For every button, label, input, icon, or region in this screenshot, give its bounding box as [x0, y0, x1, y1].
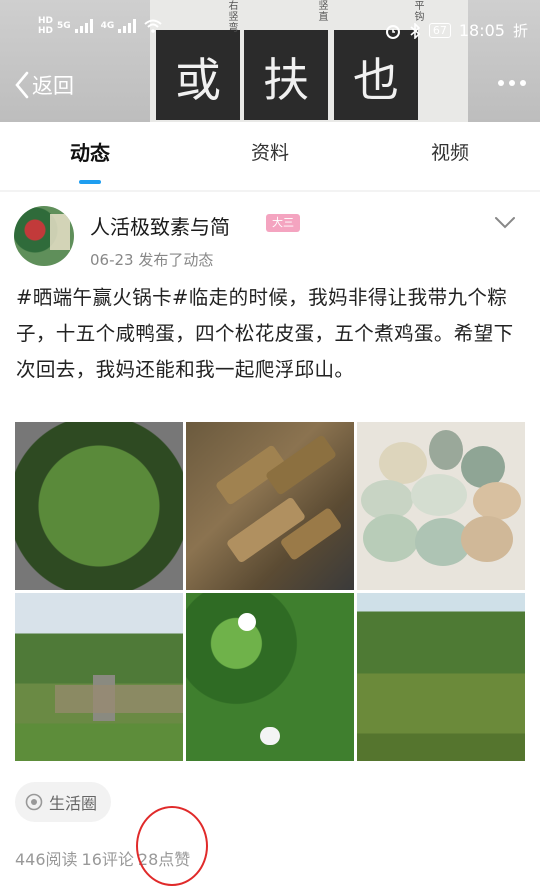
photo-zongzi-basket[interactable]	[15, 422, 183, 590]
post-action: 发布了动态	[138, 251, 214, 269]
annotation-circle	[136, 806, 208, 886]
post-meta: 06-23 发布了动态	[90, 249, 213, 270]
status-time: 18:05	[458, 21, 505, 40]
divider	[0, 190, 540, 192]
profile-tabs: 动态 资料 视频	[0, 122, 540, 191]
author-name[interactable]: 人活极致素与简	[90, 211, 230, 240]
more-dot-icon	[509, 80, 515, 86]
photo-eggs-bowl[interactable]	[357, 422, 525, 590]
signal-icon	[118, 19, 140, 33]
signal-type-label: 5G	[57, 21, 71, 31]
hd-label: HD	[38, 26, 54, 36]
header-banner: 或 扶 也 右竖弯 竖直 平钩 HD HD 5G 4G 67 18:05 折 返…	[0, 0, 540, 122]
signal-type-label: 4G	[100, 21, 115, 31]
tab-feed[interactable]: 动态	[0, 122, 180, 190]
photo-leaves-flower[interactable]	[186, 593, 354, 761]
back-button[interactable]: 返回	[14, 70, 74, 100]
photo-mountain-stone[interactable]	[15, 593, 183, 761]
topic-tag-label: 生活圈	[49, 794, 98, 813]
more-dot-icon	[520, 80, 526, 86]
hd-label: HD	[38, 16, 54, 26]
photo-bamboo-slope[interactable]	[357, 593, 525, 761]
read-count: 446阅读	[15, 850, 78, 869]
tab-indicator	[79, 180, 101, 184]
fold-indicator: 折	[512, 22, 528, 40]
post-body: #晒端午赢火锅卡#临走的时候，我妈非得让我带九个粽子，十五个咸鸭蛋，四个松花皮蛋…	[16, 286, 514, 381]
tab-videos[interactable]: 视频	[360, 122, 540, 190]
more-dot-icon	[498, 80, 504, 86]
photo-zongzi-plate[interactable]	[186, 422, 354, 590]
tab-label: 动态	[70, 141, 110, 165]
avatar[interactable]	[14, 206, 74, 266]
image-grid	[15, 422, 526, 762]
avatar-detail	[50, 214, 70, 250]
post-date: 06-23	[90, 251, 134, 269]
tab-profile-info[interactable]: 资料	[180, 122, 360, 190]
back-label: 返回	[32, 74, 74, 98]
chevron-down-icon[interactable]	[494, 216, 516, 230]
wifi-icon	[144, 19, 162, 33]
topic-tag[interactable]: 生活圈	[15, 782, 112, 822]
more-menu-button[interactable]	[498, 80, 526, 86]
hd-indicator: HD HD	[38, 16, 53, 36]
status-bar: HD HD 5G 4G 67 18:05 折	[0, 0, 540, 60]
chevron-left-icon	[15, 71, 29, 99]
status-left: HD HD 5G 4G	[38, 16, 162, 36]
status-right: 67 18:05 折	[385, 20, 528, 41]
circle-target-icon	[25, 793, 43, 811]
level-badge: 大三	[266, 214, 300, 232]
bluetooth-icon	[410, 22, 421, 39]
tab-label: 视频	[430, 142, 469, 164]
battery-indicator: 67	[428, 23, 451, 38]
signal-icon	[74, 19, 97, 33]
tab-label: 资料	[250, 142, 289, 164]
alarm-icon	[385, 24, 400, 39]
post-header: 人活极致素与简 大三 06-23 发布了动态	[14, 206, 534, 270]
comment-count[interactable]: 16评论	[82, 846, 134, 870]
